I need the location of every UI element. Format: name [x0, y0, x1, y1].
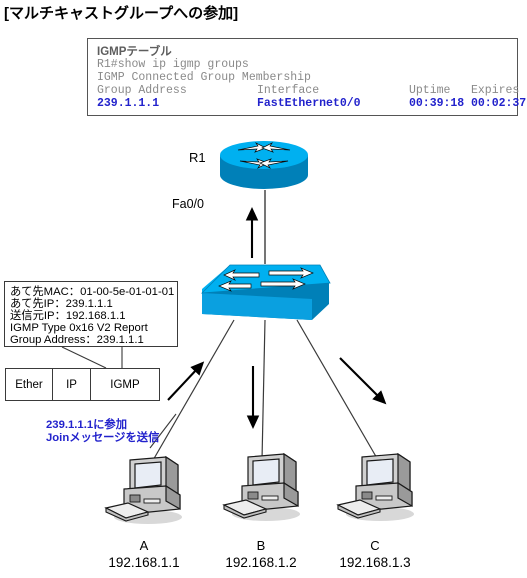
join-annotation: 239.1.1.1に参加 Joinメッセージを送信: [46, 419, 159, 445]
router-interface-label: Fa0/0: [172, 197, 204, 211]
callout-group-address: Group Address：239.1.1.1: [10, 334, 144, 346]
host-b-ip: 192.168.1.2: [225, 555, 297, 570]
igmp-table-row: 239.1.1.1 FastEthernet0/0 00:39:18 00:02:37…: [97, 98, 527, 110]
join-annotation-line2: Joinメッセージを送信: [46, 432, 160, 444]
host-c-name: C: [370, 538, 380, 553]
igmp-table-caption-text: IGMPテーブル: [97, 46, 172, 58]
packet-diagram: Ether IP IGMP: [5, 368, 160, 401]
cell-uptime: 00:39:18: [409, 97, 465, 110]
computer-icon-b: [222, 452, 306, 524]
callout-src-ip: 送信元IP：192.168.1.1: [10, 310, 126, 322]
join-annotation-line1: 239.1.1.1に参加: [46, 419, 128, 431]
igmp-table-panel: IGMPテーブル R1#show ip igmp groups IGMP Con…: [87, 38, 526, 116]
computer-icon-c: [336, 452, 420, 524]
callout-dest-ip: あて先IP：239.1.1.1: [10, 298, 113, 310]
packet-segment-igmp: IGMP: [90, 368, 160, 401]
igmp-table-subtitle: IGMP Connected Group Membership: [97, 71, 311, 84]
router-label: R1: [189, 150, 206, 165]
callout-igmp-type: IGMP Type 0x16 V2 Report: [10, 322, 148, 334]
callout-leader-left: [61, 346, 107, 369]
arrow-switch-to-pcC: [339, 357, 387, 405]
cell-group-address: 239.1.1.1: [97, 97, 160, 110]
cell-interface: FastEthernet0/0: [257, 97, 361, 110]
link-switch-pcC: [296, 319, 379, 461]
switch-icon: [199, 261, 332, 323]
host-a-ip: 192.168.1.1: [108, 555, 180, 570]
link-switch-pcB: [261, 319, 266, 461]
igmp-table-command: R1#show ip igmp groups: [97, 58, 249, 71]
header-group-address: Group Address: [97, 84, 187, 97]
arrow-pcA-to-switch: [167, 361, 205, 401]
igmp-table-header-row: Group AddressInterfaceUptimeExpiresLast …: [97, 85, 527, 97]
cell-expires: 00:02:37: [471, 97, 527, 110]
packet-segment-ether: Ether: [5, 368, 53, 401]
router-icon: [218, 139, 310, 191]
page-title: [マルチキャストグループへの参加]: [4, 5, 239, 22]
host-a-name: A: [139, 538, 149, 553]
header-expires: Expires: [471, 84, 520, 97]
host-b-name: B: [256, 538, 266, 553]
computer-icon-a: [104, 455, 188, 527]
host-c-ip: 192.168.1.3: [339, 555, 411, 570]
packet-segment-ip: IP: [52, 368, 91, 401]
header-uptime: Uptime: [409, 84, 451, 97]
packet-detail-callout: あて先MAC：01-00-5e-01-01-01 あて先IP：239.1.1.1…: [4, 281, 178, 347]
callout-dest-mac: あて先MAC：01-00-5e-01-01-01: [10, 286, 175, 298]
header-interface: Interface: [257, 84, 320, 97]
